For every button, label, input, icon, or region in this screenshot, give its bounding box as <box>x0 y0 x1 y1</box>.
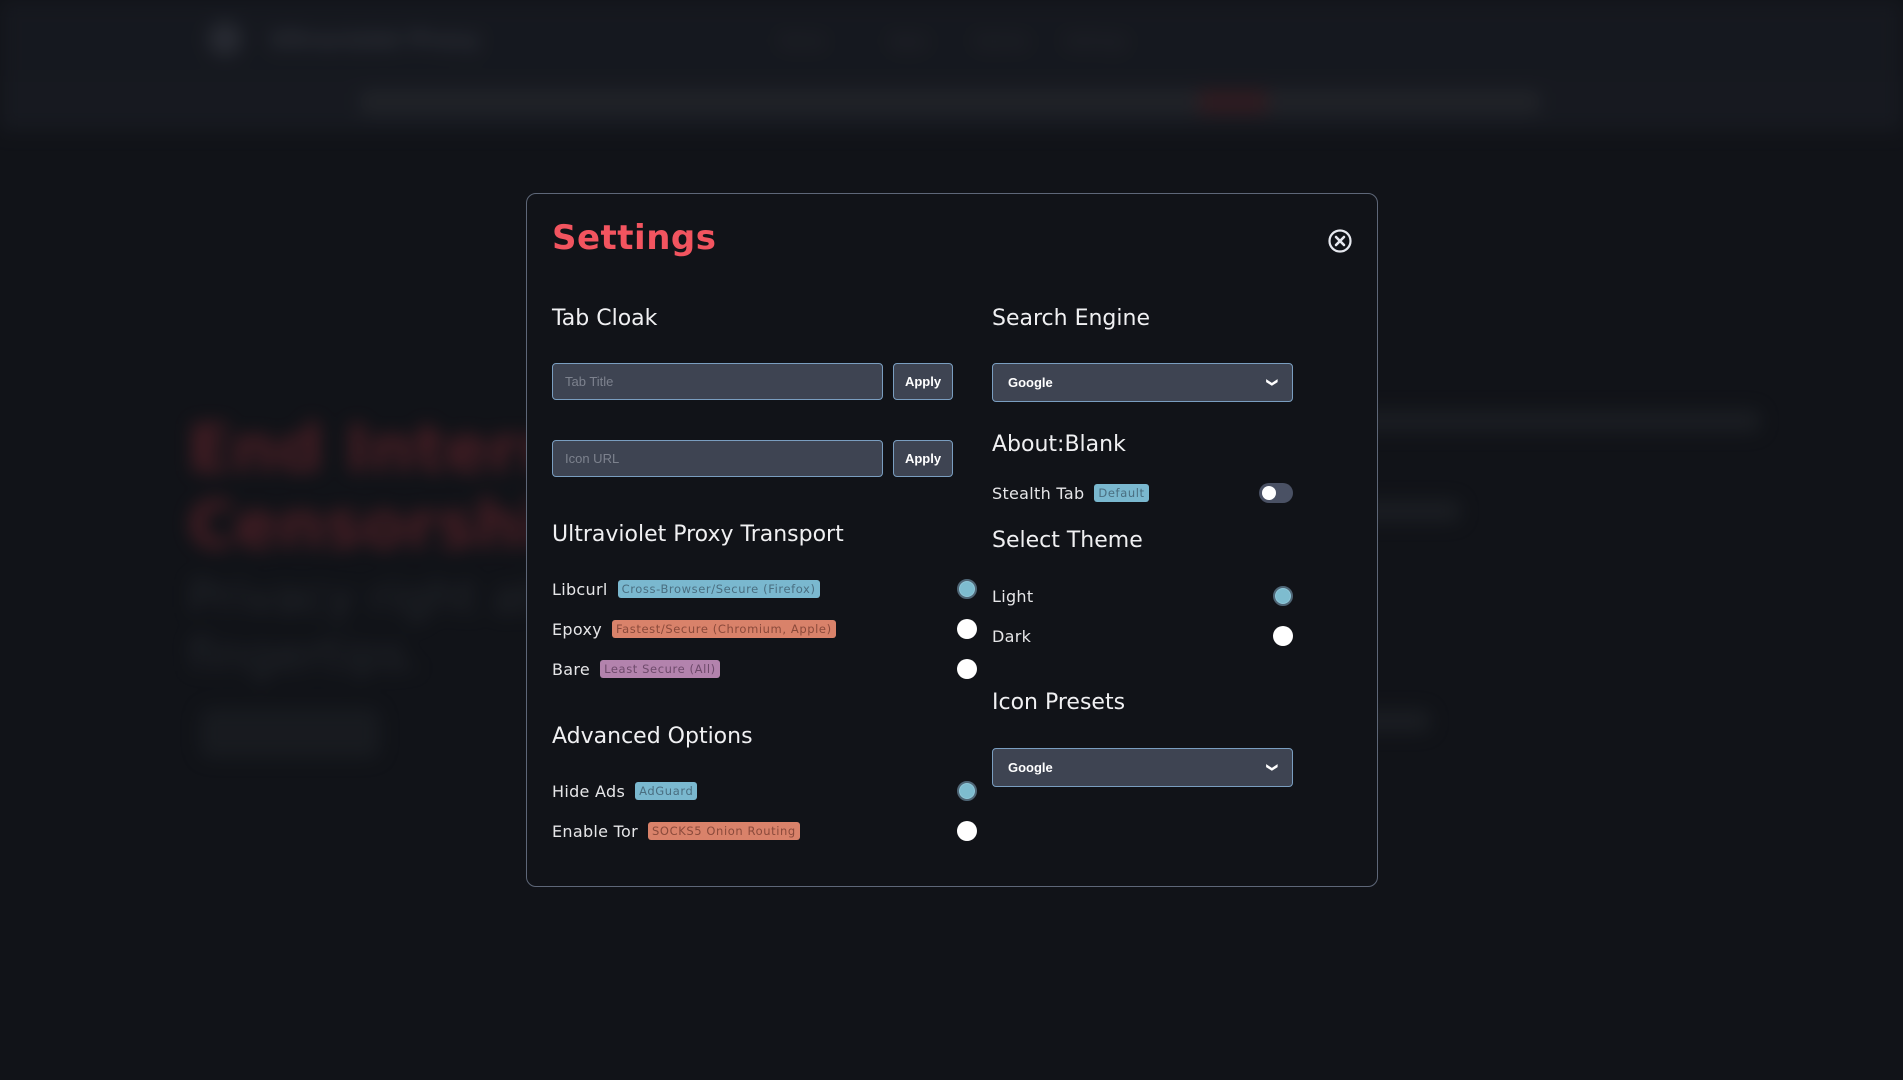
icon-presets-title: Icon Presets <box>992 690 1126 715</box>
icon-url-input[interactable] <box>552 440 883 477</box>
transport-option-bare: Bare Least Secure (All) <box>552 657 720 681</box>
proxy-transport-title: Ultraviolet Proxy Transport <box>552 522 844 547</box>
option-label: Dark <box>992 626 1032 646</box>
chevron-down-icon: ❯ <box>1265 377 1278 388</box>
search-engine-select[interactable]: Google ❯ <box>992 363 1293 402</box>
option-badge: AdGuard <box>635 782 698 800</box>
about-blank-title: About:Blank <box>992 432 1126 457</box>
background-brand: Ultraviolet Proxy <box>270 28 480 53</box>
background-nav-link: Home <box>780 32 825 50</box>
hide-ads-radio[interactable] <box>957 781 977 801</box>
search-engine-title: Search Engine <box>992 306 1150 331</box>
option-label: Stealth Tab <box>992 483 1085 503</box>
background-hero-subtitle: Privacy right at y fingertips. <box>188 568 580 684</box>
select-theme-title: Select Theme <box>992 528 1143 553</box>
theme-option-light: Light <box>992 584 1033 608</box>
modal-title: Settings <box>552 218 717 258</box>
stealth-tab-option: Stealth Tab Default <box>992 481 1149 505</box>
advanced-options-title: Advanced Options <box>552 724 753 749</box>
option-label: Libcurl <box>552 579 608 599</box>
hero-subtitle-line: fingertips. <box>188 628 422 682</box>
option-label: Enable Tor <box>552 821 639 841</box>
theme-radio-dark[interactable] <box>1273 626 1293 646</box>
tab-title-apply-button[interactable]: Apply <box>893 363 953 400</box>
background-announcement-highlight <box>1198 90 1268 114</box>
transport-option-epoxy: Epoxy Fastest/Secure (Chromium, Apple) <box>552 617 836 641</box>
transport-radio-bare[interactable] <box>957 659 977 679</box>
background-nav-link: Settings <box>1065 32 1127 50</box>
tab-title-input[interactable] <box>552 363 883 400</box>
icon-url-apply-button[interactable]: Apply <box>893 440 953 477</box>
background-announcement-text <box>360 90 1540 114</box>
select-value: Google <box>1008 760 1053 775</box>
background-logo-icon <box>208 22 242 56</box>
background-nav-link: Games <box>975 32 1028 50</box>
close-button[interactable] <box>1327 228 1353 254</box>
option-badge: Cross-Browser/Secure (Firefox) <box>617 580 820 598</box>
transport-radio-libcurl[interactable] <box>957 579 977 599</box>
enable-tor-radio[interactable] <box>957 821 977 841</box>
select-value: Google <box>1008 375 1053 390</box>
hero-subtitle-line: Privacy right at y <box>188 570 580 624</box>
option-label: Light <box>992 586 1034 606</box>
theme-radio-light[interactable] <box>1273 586 1293 606</box>
icon-presets-select[interactable]: Google ❯ <box>992 748 1293 787</box>
advanced-option-enable-tor: Enable Tor SOCKS5 Onion Routing <box>552 819 800 843</box>
option-badge: Default <box>1094 484 1149 502</box>
option-label: Hide Ads <box>552 781 626 801</box>
chevron-down-icon: ❯ <box>1265 762 1278 773</box>
option-label: Epoxy <box>552 619 602 639</box>
transport-option-libcurl: Libcurl Cross-Browser/Secure (Firefox) <box>552 577 820 601</box>
theme-option-dark: Dark <box>992 624 1031 648</box>
option-badge: Fastest/Secure (Chromium, Apple) <box>612 620 836 638</box>
close-circle-icon <box>1328 229 1352 253</box>
background-nav-link: Apps <box>890 32 928 50</box>
tab-cloak-title: Tab Cloak <box>552 306 658 331</box>
transport-radio-epoxy[interactable] <box>957 619 977 639</box>
toggle-knob <box>1262 486 1276 500</box>
option-badge: Least Secure (All) <box>600 660 720 678</box>
option-badge: SOCKS5 Onion Routing <box>648 822 800 840</box>
advanced-option-hide-ads: Hide Ads AdGuard <box>552 779 698 803</box>
background-hero-button <box>200 708 380 758</box>
settings-modal: Settings Tab Cloak Apply Apply Ultraviol… <box>526 193 1378 887</box>
option-label: Bare <box>552 659 591 679</box>
stealth-tab-toggle[interactable] <box>1259 483 1293 503</box>
